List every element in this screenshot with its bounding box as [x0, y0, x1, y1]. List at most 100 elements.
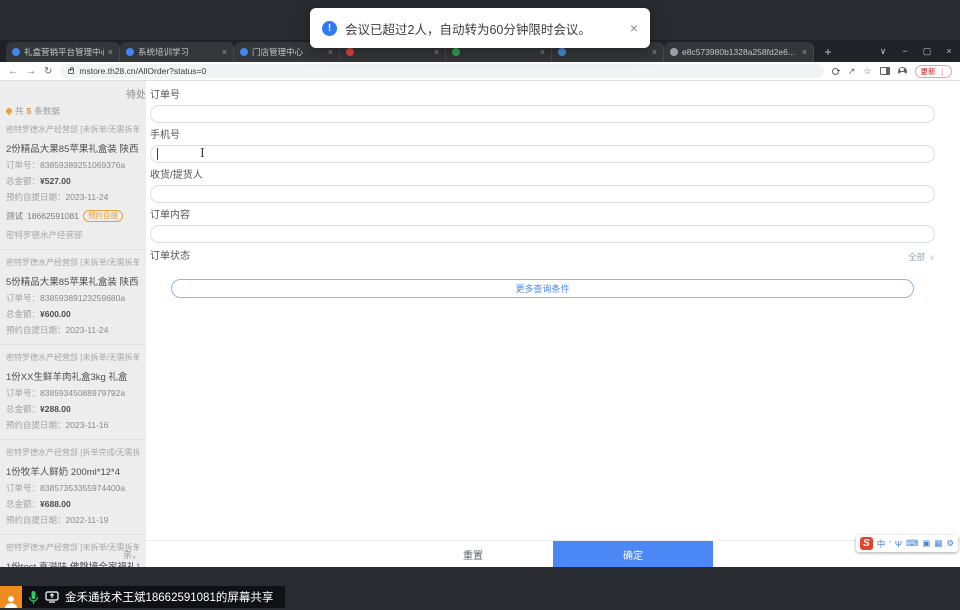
screen-share-bar: 金禾通技术王斌18662591081的屏幕共享 — [0, 586, 286, 608]
share-bar-text: 金禾通技术王斌18662591081的屏幕共享 — [65, 592, 274, 604]
window-close-button[interactable]: × — [938, 46, 960, 56]
filter-footer: 重置 确定 — [146, 540, 960, 567]
password-key-icon[interactable] — [831, 67, 840, 75]
sogou-logo-icon[interactable]: S — [859, 537, 873, 550]
buyer-phone: 18662591081 — [27, 211, 80, 221]
date-label: 预约自提日期： — [6, 515, 66, 525]
chevron-down-icon: ∨ — [929, 252, 935, 262]
skin-icon[interactable]: ▣ — [922, 538, 930, 549]
maximize-button[interactable]: ▢ — [916, 46, 938, 57]
settings-icon[interactable]: ⚙ — [946, 538, 954, 549]
order-card[interactable]: 密特罗德水产经营部 [未拆单/无需拆单] 1份XX生鲜羊肉礼盒3kg 礼盒 订单… — [0, 345, 145, 440]
order-no-label: 订单号： — [6, 293, 41, 303]
store-footer: 密特罗德水产经营部 — [6, 230, 83, 240]
bookmark-star-icon[interactable]: ☆ — [863, 66, 871, 77]
order-no-label: 订单号： — [6, 160, 41, 170]
punctuation-icon[interactable]: ' — [889, 539, 891, 549]
product-title: 5份精品大果85苹果礼盒装 陕西洛阳16 — [6, 277, 139, 288]
person-icon — [5, 596, 17, 608]
order-no-label: 订单号： — [6, 388, 41, 398]
order-status-select[interactable]: 全部 ∨ — [908, 251, 935, 263]
tab-close-icon[interactable]: × — [540, 47, 545, 57]
tab-close-icon[interactable]: × — [108, 47, 113, 57]
store-header: 密特罗德水产经营部 [未拆单/无需拆单] — [6, 125, 139, 134]
tab-close-icon[interactable]: × — [222, 47, 227, 57]
tab-pending-orders[interactable]: 待处理 — [126, 86, 145, 101]
partial-greeting-text: 亲， — [122, 550, 141, 560]
tab-label: e8c573980b1328a258fd2e6... — [682, 47, 795, 57]
info-icon: ! — [322, 20, 337, 36]
url-text: mstore.th28.cn/AllOrder?status=0 — [79, 66, 207, 76]
date-label: 预约自提日期： — [6, 192, 66, 202]
order-no-label: 订单号： — [6, 483, 41, 493]
store-header: 密特罗德水产经营部 [拆单完成/无需拆单] — [6, 448, 139, 457]
new-tab-button[interactable]: + — [820, 44, 836, 60]
back-icon[interactable]: ← — [8, 66, 18, 77]
date-value: 2023-11-24 — [65, 192, 109, 202]
product-title: 1份XX生鲜羊肉礼盒3kg 礼盒 — [6, 372, 128, 383]
minimize-button[interactable]: − — [894, 46, 916, 56]
tab-close-icon[interactable]: × — [652, 47, 657, 57]
count-prefix: 共 — [15, 106, 24, 116]
voice-input-icon[interactable]: Ψ — [895, 539, 902, 549]
location-pin-icon — [4, 106, 14, 116]
reset-button[interactable]: 重置 — [393, 541, 553, 567]
tab-favicon — [126, 48, 134, 56]
share-icon[interactable]: ↗ — [848, 66, 856, 77]
amount-value: ¥288.00 — [40, 404, 71, 414]
mouse-cursor-ibeam: I — [200, 146, 205, 160]
toast-close-icon[interactable]: × — [630, 20, 638, 36]
store-header: 密特罗德水产经营部 [未拆单/无需拆单] — [6, 353, 139, 362]
order-content-field-label: 订单内容 — [150, 210, 190, 221]
profile-avatar-icon[interactable] — [897, 66, 907, 76]
lock-icon — [68, 66, 75, 74]
order-card[interactable]: 密特罗德水产经营部 [未拆单/无需拆单] 5份精品大果85苹果礼盒装 陕西洛阳1… — [0, 250, 145, 345]
order-no-value: 83859389123259680a — [40, 293, 126, 303]
toolbox-icon[interactable]: ▦ — [934, 538, 942, 549]
tab-close-icon[interactable]: × — [328, 47, 333, 57]
filter-form: 订单号 手机号 收货/提货人 订单内容 订单状态 全部 ∨ 更多查询条件 — [146, 81, 960, 298]
order-filter-panel: 订单号 手机号 收货/提货人 订单内容 订单状态 全部 ∨ 更多查询条件 重置 … — [145, 81, 960, 567]
meeting-toast: ! 会议已超过2人，自动转为60分钟限时会议。 × — [310, 8, 650, 48]
count-suffix: 条数据 — [34, 106, 60, 116]
pickup-badge: 预约自提 — [83, 210, 124, 222]
page-content: 待处理 共 5 条数据 密特罗德水产经营部 [未拆单/无需拆单] 2份精品大果8… — [0, 81, 960, 567]
tab-favicon — [452, 48, 460, 56]
amount-value: ¥688.00 — [40, 499, 71, 509]
soft-keyboard-icon[interactable]: ⌨ — [906, 538, 918, 549]
order-no-input[interactable] — [150, 105, 935, 123]
chinese-mode-icon[interactable]: 中 — [877, 538, 886, 550]
text-caret — [157, 148, 158, 160]
amount-label: 总金额： — [6, 404, 41, 414]
order-card[interactable]: 密特罗德水产经营部 [未拆单/无需拆单] 2份精品大果85苹果礼盒装 陕西洛阳1… — [0, 117, 145, 250]
tab-hash-page[interactable]: e8c573980b1328a258fd2e6... × — [664, 42, 814, 62]
reload-icon[interactable]: ↻ — [44, 66, 52, 77]
tab-close-icon[interactable]: × — [802, 47, 807, 57]
confirm-button[interactable]: 确定 — [553, 541, 713, 567]
phone-input[interactable] — [150, 145, 935, 163]
tab-training[interactable]: 系统培训学习 × — [120, 42, 234, 62]
ime-toolbar[interactable]: S 中 ' Ψ ⌨ ▣ ▦ ⚙ — [855, 535, 958, 552]
order-no-value: 83859389251069376a — [40, 160, 126, 170]
tab-gift-platform[interactable]: 礼盒营销平台管理中心 × — [6, 42, 120, 62]
consignee-input[interactable] — [150, 185, 935, 203]
more-filters-button[interactable]: 更多查询条件 — [171, 279, 914, 298]
tab-label: 系统培训学习 — [138, 47, 190, 57]
order-card[interactable]: 密特罗德水产经营部 [拆单完成/无需拆单] 1份牧羊人鲜奶 200ml*12*4… — [0, 440, 145, 535]
order-content-input[interactable] — [150, 225, 935, 243]
side-panel-icon[interactable] — [879, 67, 890, 75]
tab-close-icon[interactable]: × — [434, 47, 439, 57]
order-no-value: 83859345088979792a — [40, 388, 126, 398]
browser-window: 礼盒营销平台管理中心 × 系统培训学习 × 门店管理中心 × × × × e8c… — [0, 40, 960, 567]
store-header: 密特罗德水产经营部 [未拆单/无需拆单] — [6, 543, 139, 552]
tab-favicon — [346, 48, 354, 56]
tab-favicon — [12, 48, 20, 56]
order-no-field-label: 订单号 — [150, 90, 180, 101]
chrome-update-button[interactable]: 更新 ⋮ — [914, 64, 952, 78]
url-bar[interactable]: mstore.th28.cn/AllOrder?status=0 — [60, 64, 824, 78]
date-label: 预约自提日期： — [6, 420, 66, 430]
date-value: 2023-11-24 — [65, 325, 109, 335]
forward-icon[interactable]: → — [26, 66, 36, 77]
browser-menu-icon[interactable]: ∨ — [872, 46, 894, 57]
amount-label: 总金额： — [6, 176, 41, 186]
